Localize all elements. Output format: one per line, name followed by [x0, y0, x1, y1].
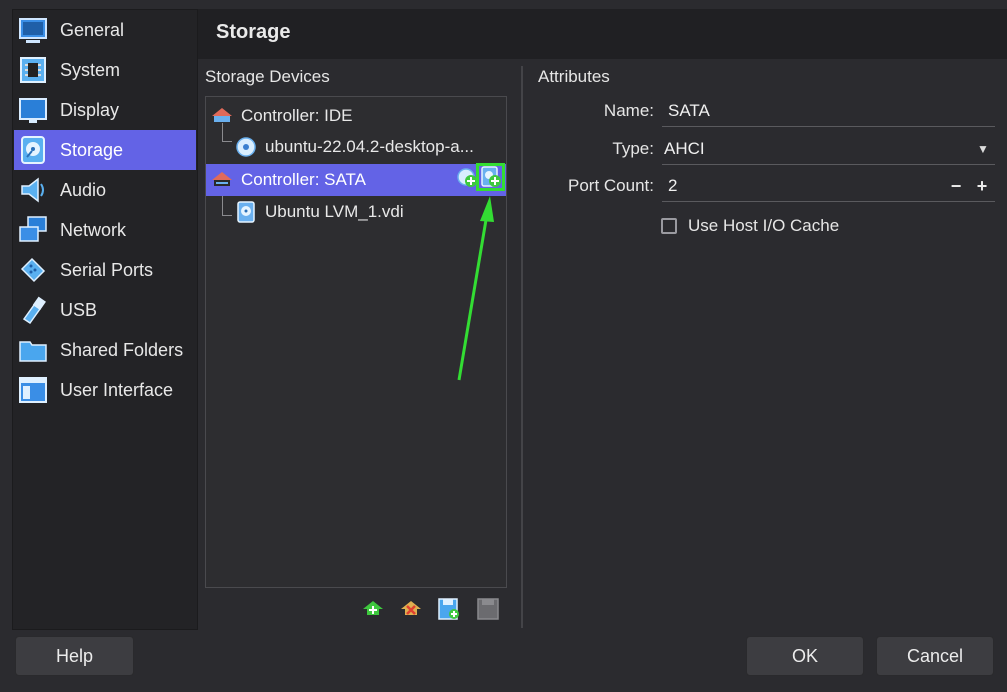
- remove-controller-button[interactable]: [399, 597, 423, 621]
- sidebar-item-label: Network: [60, 219, 127, 240]
- increment-button[interactable]: +: [969, 176, 995, 197]
- add-attachment-button[interactable]: [437, 597, 461, 621]
- sidebar-item-audio[interactable]: Audio: [14, 170, 196, 210]
- port-count-stepper[interactable]: 2 − +: [662, 171, 995, 202]
- chevron-down-icon: ▼: [977, 142, 989, 156]
- port-count-value: 2: [668, 176, 678, 195]
- page-title: Storage: [216, 21, 291, 43]
- tree-item-label: Controller: IDE: [241, 106, 353, 125]
- sidebar-item-network[interactable]: Network: [14, 210, 196, 250]
- panel-divider: [521, 66, 523, 628]
- sidebar-item-label: Serial Ports: [60, 259, 154, 280]
- sidebar-item-usb[interactable]: USB: [14, 290, 196, 330]
- usb-icon: [18, 295, 48, 325]
- remove-controller-icon: [401, 601, 421, 615]
- name-field[interactable]: SATA: [662, 96, 995, 127]
- sidebar-item-label: System: [60, 59, 121, 80]
- tree-item-label: ubuntu-22.04.2-desktop-a...: [265, 137, 474, 156]
- annotation-highlight-box: [476, 163, 505, 191]
- add-optical-drive-icon: [456, 166, 478, 193]
- add-controller-button[interactable]: [361, 597, 385, 621]
- tree-item-optical-disc[interactable]: ubuntu-22.04.2-desktop-a...: [206, 131, 506, 163]
- name-value: SATA: [668, 101, 710, 120]
- chip-icon: [18, 55, 48, 85]
- sidebar-item-label: User Interface: [60, 379, 174, 400]
- sidebar-item-user-interface[interactable]: User Interface: [14, 370, 196, 410]
- sidebar-item-storage[interactable]: Storage: [14, 130, 196, 170]
- network-icon: [18, 215, 48, 245]
- sidebar-item-label: Display: [60, 99, 120, 120]
- port-count-label: Port Count:: [568, 176, 654, 195]
- sidebar-item-label: Audio: [60, 179, 107, 200]
- window-icon: [18, 375, 48, 405]
- host-io-cache-label: Use Host I/O Cache: [688, 216, 840, 235]
- sidebar-item-label: Shared Folders: [60, 339, 184, 360]
- disk-icon: [18, 135, 48, 165]
- sata-controller-icon: [211, 169, 233, 191]
- tree-item-hard-disk[interactable]: Ubuntu LVM_1.vdi: [206, 196, 506, 228]
- serial-port-icon: [18, 255, 48, 285]
- sidebar-item-label: Storage: [60, 139, 124, 160]
- help-button[interactable]: Help: [15, 636, 134, 676]
- add-optical-drive-button[interactable]: [456, 166, 478, 193]
- speaker-icon: [18, 175, 48, 205]
- page-header: Storage: [198, 9, 1007, 59]
- type-label: Type:: [612, 139, 654, 158]
- type-value: AHCI: [664, 139, 705, 158]
- type-select[interactable]: AHCI ▼: [662, 134, 995, 165]
- folder-icon: [18, 335, 48, 365]
- tree-item-label: Ubuntu LVM_1.vdi: [265, 202, 404, 221]
- ok-button[interactable]: OK: [746, 636, 864, 676]
- host-io-cache-option[interactable]: Use Host I/O Cache: [661, 216, 839, 236]
- floppy-remove-icon: [477, 598, 499, 620]
- general-monitor-icon: [18, 15, 48, 45]
- floppy-add-icon: [438, 598, 459, 620]
- ide-controller-icon: [211, 105, 233, 127]
- cancel-button[interactable]: Cancel: [876, 636, 994, 676]
- display-monitor-icon: [18, 95, 48, 125]
- settings-sidebar: General System Display Storage Audio Net…: [12, 9, 198, 630]
- storage-devices-label: Storage Devices: [205, 67, 330, 86]
- decrement-button[interactable]: −: [943, 176, 969, 197]
- hard-disk-icon: [235, 201, 257, 223]
- optical-disc-icon: [235, 136, 257, 158]
- tree-item-controller-ide[interactable]: Controller: IDE: [206, 100, 506, 132]
- name-label: Name:: [603, 101, 654, 120]
- sidebar-item-serial-ports[interactable]: Serial Ports: [14, 250, 196, 290]
- sidebar-item-shared-folders[interactable]: Shared Folders: [14, 330, 196, 370]
- sidebar-item-label: General: [60, 19, 125, 40]
- sidebar-item-general[interactable]: General: [14, 10, 196, 50]
- tree-item-label: Controller: SATA: [241, 170, 367, 189]
- sidebar-item-label: USB: [60, 299, 98, 320]
- remove-attachment-button[interactable]: [476, 597, 500, 621]
- host-io-cache-checkbox[interactable]: [661, 218, 677, 234]
- add-controller-icon: [363, 601, 383, 615]
- sidebar-item-system[interactable]: System: [14, 50, 196, 90]
- sidebar-item-display[interactable]: Display: [14, 90, 196, 130]
- attributes-label: Attributes: [538, 67, 610, 86]
